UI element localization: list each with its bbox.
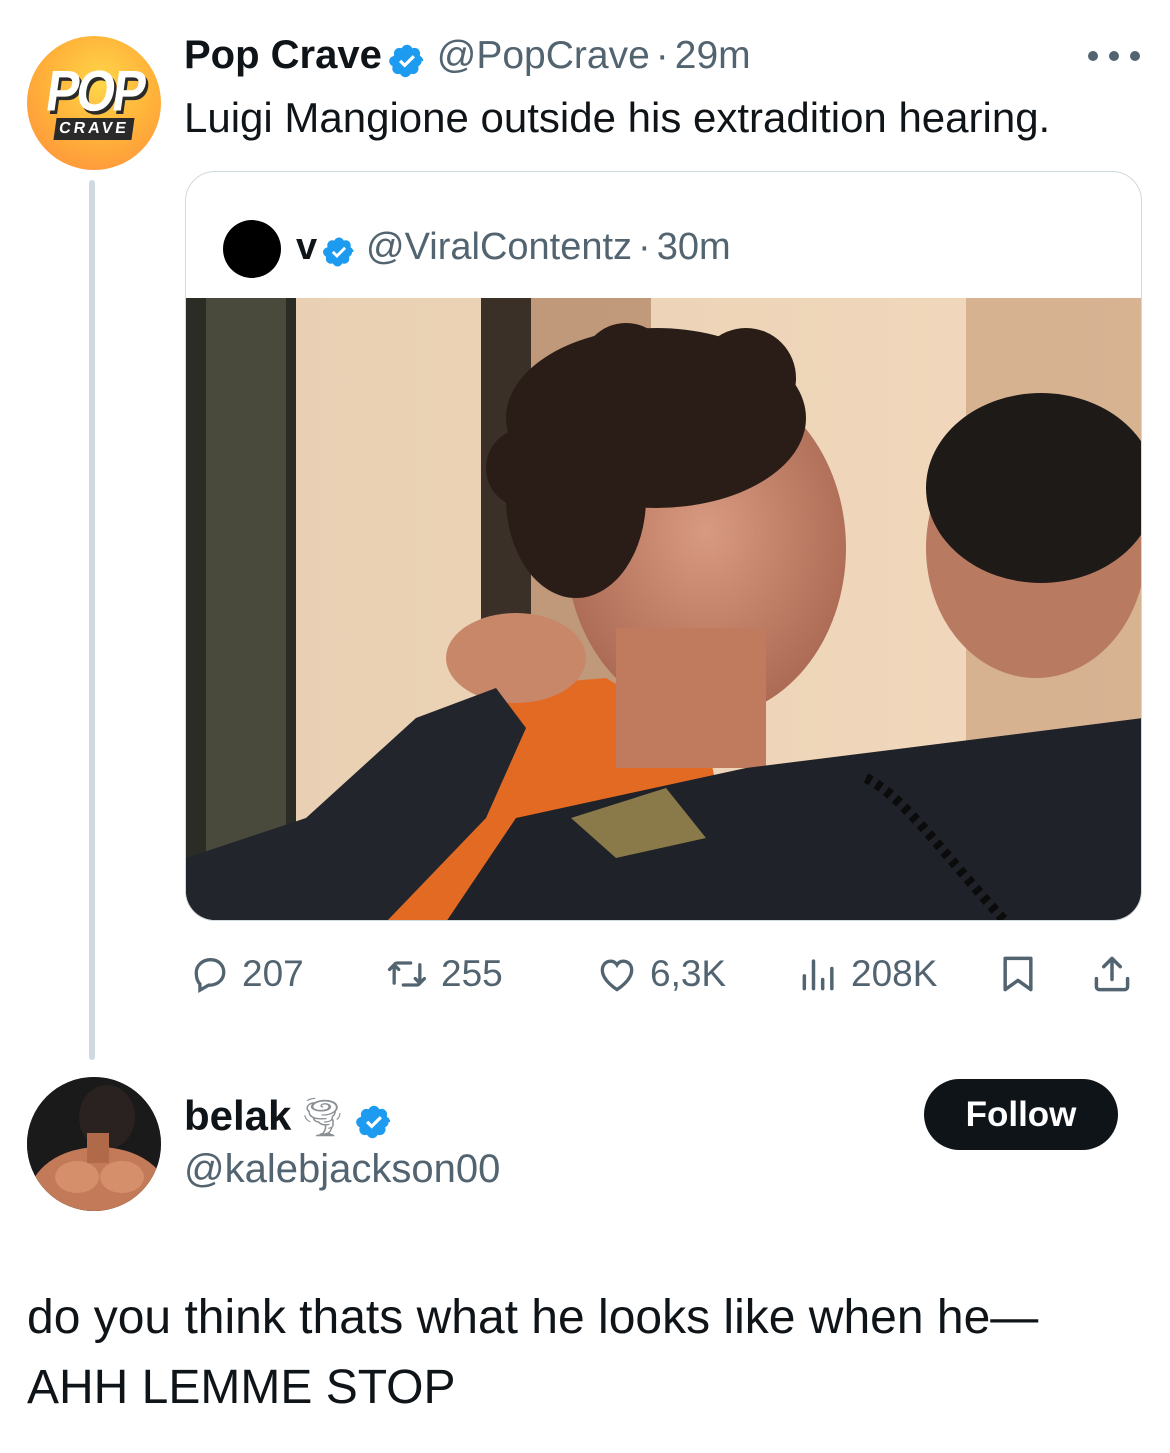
- quoted-tweet[interactable]: v @ViralContentz · 30m: [185, 171, 1142, 921]
- quote-time[interactable]: 30m: [657, 226, 731, 268]
- reply-header: belak 🌪: [184, 1093, 393, 1141]
- author-name[interactable]: Pop Crave: [184, 33, 382, 77]
- repost-action[interactable]: 255: [383, 950, 503, 998]
- verified-icon: [355, 1105, 390, 1138]
- share-icon: [1094, 956, 1130, 992]
- view-count: 208K: [851, 953, 938, 994]
- reply-author-name[interactable]: belak: [184, 1092, 291, 1139]
- heart-icon: [600, 959, 634, 992]
- tweet-text: Luigi Mangione outside his extradition h…: [184, 94, 1051, 141]
- avatar-photo: [27, 1077, 161, 1211]
- reply-action[interactable]: 207: [188, 950, 304, 998]
- repost-icon: [387, 961, 427, 987]
- bookmark-icon: [1003, 956, 1033, 992]
- views-chart-icon: [802, 959, 834, 991]
- like-action[interactable]: 6,3K: [594, 950, 726, 998]
- reply-author-handle[interactable]: @kalebjackson00: [184, 1146, 500, 1192]
- quote-header: v @ViralContentz · 30m: [296, 224, 731, 270]
- reply-text-line2: AHH LEMME STOP: [27, 1361, 456, 1414]
- tweet-header: Pop Crave @PopCrave · 29m: [184, 32, 751, 80]
- quote-author-name[interactable]: v: [296, 226, 317, 268]
- more-options-icon[interactable]: [1088, 48, 1140, 64]
- bookmark-action[interactable]: [996, 950, 1040, 998]
- quoted-photo[interactable]: [186, 298, 1141, 920]
- views-action[interactable]: 208K: [797, 950, 937, 998]
- tornado-icon: 🌪: [297, 1097, 347, 1139]
- quote-author-handle[interactable]: @ViralContentz: [366, 226, 632, 268]
- avatar-logo-pop: POP: [42, 58, 148, 124]
- separator-dot: ·: [655, 34, 669, 77]
- belak-avatar[interactable]: [27, 1077, 161, 1211]
- follow-button[interactable]: Follow: [924, 1079, 1118, 1150]
- like-count: 6,3K: [650, 953, 727, 994]
- separator-dot: ·: [638, 226, 651, 268]
- verified-icon: [322, 237, 354, 267]
- quote-avatar[interactable]: [223, 220, 281, 278]
- reply-count: 207: [242, 953, 304, 994]
- avatar-logo-crave: CRAVE: [53, 118, 135, 140]
- share-action[interactable]: [1088, 950, 1136, 998]
- photo-illustration: [186, 298, 1141, 920]
- reply-text-line1: do you think thats what he looks like wh…: [27, 1291, 1039, 1344]
- author-handle[interactable]: @PopCrave: [437, 34, 650, 77]
- repost-count: 255: [441, 953, 503, 994]
- popcrave-avatar[interactable]: POP CRAVE: [27, 36, 161, 170]
- tweet-time[interactable]: 29m: [675, 34, 751, 77]
- verified-icon: [389, 44, 424, 77]
- reply-icon: [194, 958, 226, 993]
- thread-line: [89, 180, 95, 1060]
